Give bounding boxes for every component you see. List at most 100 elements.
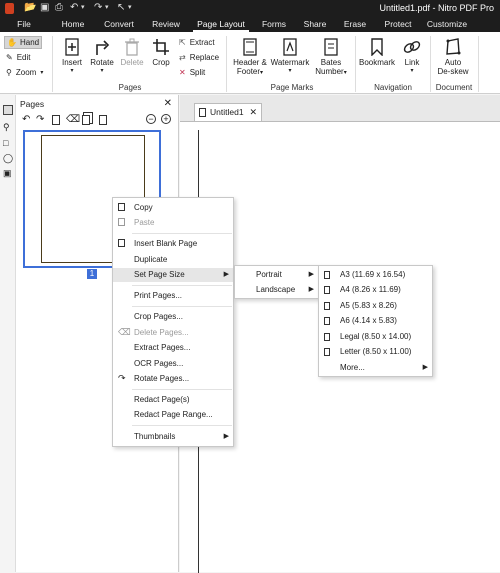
- redo-dropdown-icon[interactable]: ▾: [105, 3, 109, 13]
- customize-qa-icon[interactable]: ▾: [128, 3, 132, 13]
- open-folder-icon[interactable]: 📂: [24, 3, 36, 13]
- redo-icon[interactable]: ↷: [94, 3, 102, 13]
- menu-item-a3[interactable]: A3 (11.69 x 16.54): [319, 268, 432, 282]
- a6-label: A6 (4.14 x 5.83): [340, 316, 397, 325]
- redact-page-range-label: Redact Page Range...: [134, 410, 213, 419]
- document-tab[interactable]: Untitled1 ✕: [194, 103, 262, 121]
- edit-tool[interactable]: ✎ Edit: [6, 53, 31, 62]
- menu-item-rotate-pages[interactable]: ↷ Rotate Pages...: [113, 372, 233, 386]
- menu-item-extract-pages[interactable]: Extract Pages...: [113, 341, 233, 355]
- rotate-right-icon[interactable]: ↷: [36, 114, 44, 125]
- split-button[interactable]: ✕ Split: [179, 68, 205, 77]
- tags-icon[interactable]: ◯: [3, 153, 13, 163]
- menu-item-print-pages[interactable]: Print Pages...: [113, 289, 233, 303]
- tab-file[interactable]: File: [8, 17, 40, 32]
- rotate-button[interactable]: Rotate ▾: [88, 38, 116, 74]
- close-tab-icon[interactable]: ✕: [249, 104, 257, 121]
- watermark-label: Watermark: [270, 58, 310, 67]
- bookmark-button[interactable]: Bookmark: [358, 38, 396, 67]
- search-icon[interactable]: ⚲: [3, 122, 13, 132]
- undo-icon[interactable]: ↶: [70, 3, 78, 13]
- tab-home[interactable]: Home: [56, 17, 90, 32]
- extract-pages-label: Extract Pages...: [134, 343, 191, 352]
- menu-tabs: File Home Convert Review Page Layout For…: [0, 17, 500, 32]
- menu-item-redact-page-range[interactable]: Redact Page Range...: [113, 408, 233, 422]
- menu-item-more[interactable]: More... ▶: [319, 361, 432, 375]
- menu-item-copy[interactable]: Copy: [113, 201, 233, 215]
- menu-item-letter[interactable]: Letter (8.50 x 11.00): [319, 345, 432, 359]
- divider: [355, 36, 356, 92]
- menu-item-redact-pages[interactable]: Redact Page(s): [113, 393, 233, 407]
- menu-item-landscape[interactable]: Landscape ▶: [235, 283, 318, 297]
- window-title: Untitled1.pdf - Nitro PDF Pro: [379, 3, 494, 13]
- tab-protect[interactable]: Protect: [380, 17, 416, 32]
- menu-item-portrait[interactable]: Portrait ▶: [235, 268, 318, 282]
- menu-item-crop-pages[interactable]: Crop Pages...: [113, 310, 233, 324]
- menu-item-a6[interactable]: A6 (4.14 x 5.83): [319, 314, 432, 328]
- print-pages-label: Print Pages...: [134, 291, 183, 300]
- title-bar: 📂 ▣ ⎙ ↶ ▾ ↷ ▾ ↖ ▾ Untitled1.pdf - Nitro …: [0, 0, 500, 17]
- tab-erase[interactable]: Erase: [340, 17, 370, 32]
- duplicate-label: Duplicate: [134, 255, 168, 264]
- menu-item-set-page-size[interactable]: Set Page Size ▶: [113, 268, 233, 282]
- menu-item-a4[interactable]: A4 (8.26 x 11.69): [319, 283, 432, 297]
- undo-dropdown-icon[interactable]: ▾: [81, 3, 85, 13]
- rotate-left-icon[interactable]: ↶: [22, 114, 30, 125]
- bates-label-1: Bates: [320, 58, 342, 67]
- menu-item-duplicate[interactable]: Duplicate: [113, 253, 233, 267]
- watermark-button[interactable]: Watermark ▾: [268, 38, 312, 74]
- tab-convert[interactable]: Convert: [100, 17, 138, 32]
- split-icon: ✕: [179, 68, 186, 77]
- zoom-out-icon[interactable]: −: [146, 114, 156, 124]
- menu-item-ocr-pages[interactable]: OCR Pages...: [113, 357, 233, 371]
- zoom-label: Zoom: [15, 68, 37, 77]
- tab-page-layout[interactable]: Page Layout: [193, 17, 249, 32]
- duplicate-page-icon[interactable]: [99, 115, 107, 125]
- group-label-navigation: Navigation: [374, 83, 412, 92]
- insert-blank-page-label: Insert Blank Page: [134, 239, 198, 248]
- copy-page-icon[interactable]: [82, 115, 90, 125]
- a5-label: A5 (5.83 x 8.26): [340, 301, 397, 310]
- close-panel-icon[interactable]: ✕: [164, 98, 172, 109]
- header-footer-label-2: Footer: [236, 67, 261, 76]
- print-icon[interactable]: ⎙: [55, 3, 63, 13]
- header-footer-button[interactable]: Header & Footer▾: [230, 38, 270, 76]
- zoom-tool[interactable]: ⚲ Zoom ▾: [6, 68, 43, 77]
- save-icon[interactable]: ▣: [40, 3, 49, 13]
- lock-icon[interactable]: ▣: [3, 168, 13, 178]
- crop-button[interactable]: Crop: [148, 38, 174, 67]
- hand-tool[interactable]: ✋ Hand: [4, 36, 42, 49]
- pages-panel-icon[interactable]: [3, 105, 13, 115]
- deskew-label-1: Auto: [444, 58, 462, 67]
- orientation-submenu: Portrait ▶ Landscape ▶: [234, 265, 319, 299]
- insert-button[interactable]: Insert ▾: [58, 38, 86, 74]
- menu-item-delete-pages[interactable]: ⌫ Delete Pages...: [113, 326, 233, 340]
- letter-label: Letter (8.50 x 11.00): [340, 347, 412, 356]
- tab-forms[interactable]: Forms: [258, 17, 290, 32]
- tab-share[interactable]: Share: [300, 17, 330, 32]
- auto-deskew-button[interactable]: Auto De-skew: [434, 38, 472, 76]
- delete-pages-icon: ⌫: [118, 327, 131, 337]
- delete-button[interactable]: Delete: [118, 38, 146, 67]
- cursor-icon[interactable]: ↖: [117, 3, 125, 13]
- menu-item-insert-blank-page[interactable]: Insert Blank Page: [113, 237, 233, 251]
- delete-page-icon[interactable]: ⌫: [66, 114, 80, 125]
- tab-review[interactable]: Review: [146, 17, 186, 32]
- link-icon: [403, 41, 421, 53]
- delete-pages-label: Delete Pages...: [134, 328, 189, 337]
- menu-item-paste[interactable]: Paste: [113, 216, 233, 230]
- replace-button[interactable]: ⇄ Replace: [179, 53, 219, 62]
- zoom-in-icon[interactable]: +: [161, 114, 171, 124]
- tab-customize[interactable]: Customize: [425, 17, 469, 32]
- menu-item-thumbnails[interactable]: Thumbnails ▶: [113, 430, 233, 444]
- insert-page-icon[interactable]: [52, 115, 60, 125]
- bookmarks-icon[interactable]: □: [3, 138, 13, 148]
- menu-item-legal[interactable]: Legal (8.50 x 14.00): [319, 330, 432, 344]
- hand-icon: ✋: [7, 38, 17, 47]
- menu-item-a5[interactable]: A5 (5.83 x 8.26): [319, 299, 432, 313]
- link-button[interactable]: Link ▾: [398, 38, 426, 74]
- bates-number-button[interactable]: Bates Number▾: [312, 38, 350, 76]
- more-label: More...: [340, 363, 365, 372]
- extract-icon: ⇱: [179, 38, 186, 47]
- extract-button[interactable]: ⇱ Extract: [179, 38, 215, 47]
